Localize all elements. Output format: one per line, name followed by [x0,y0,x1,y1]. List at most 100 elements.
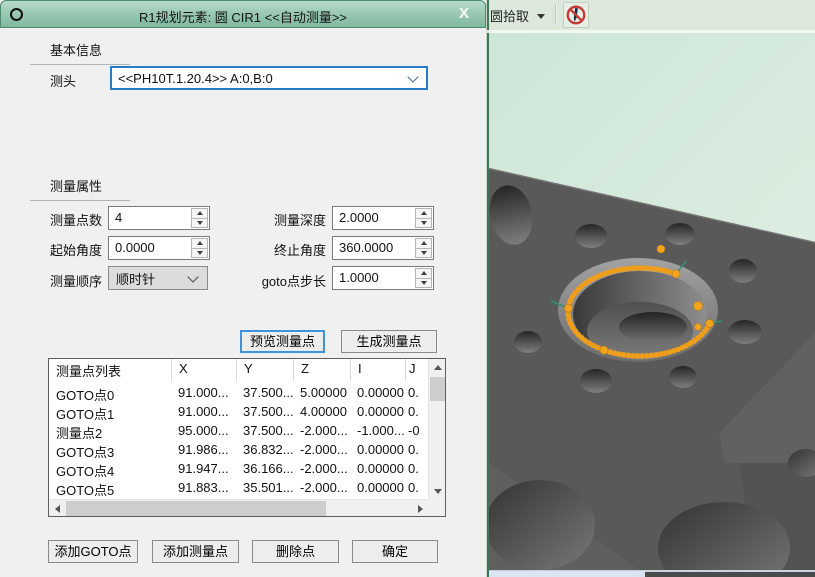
circle-pick-button[interactable]: 圆拾取 [490,6,529,25]
table-cell: 0.00000 [405,459,419,478]
goto-step-value[interactable]: 1.0000 [333,267,414,289]
group-measure-props-label: 测量属性 [50,179,102,194]
table-cell: 91.986... [171,440,236,459]
depth-label: 测量深度 [240,210,326,229]
bottom-strip [487,570,815,577]
probe-disabled-icon[interactable] [563,2,589,28]
order-select[interactable]: 顺时针 [108,266,208,290]
spinner-buttons[interactable] [191,208,208,228]
scroll-left-icon[interactable] [49,500,65,517]
scroll-up-icon[interactable] [429,359,446,375]
point-count-stepper[interactable]: 4 [108,206,210,230]
horizontal-scrollbar[interactable] [49,499,428,516]
ok-button[interactable]: 确定 [352,540,438,563]
spin-down-icon[interactable] [192,219,207,228]
start-angle-stepper[interactable]: 0.0000 [108,236,210,260]
column-header[interactable]: 测量点列表 [49,359,171,381]
end-angle-label: 终止角度 [240,240,326,259]
table-cell: 0.00000 [350,402,405,421]
table-cell: 91.000... [171,383,236,402]
spin-up-icon[interactable] [192,209,207,219]
counterbore-feature [558,258,718,362]
chevron-down-icon [407,71,418,82]
group-basic-info-label: 基本信息 [50,43,102,58]
table-row[interactable]: 测量点295.000...37.500...-2.000...-1.000...… [49,421,428,440]
spin-up-icon[interactable] [192,239,207,249]
spin-up-icon[interactable] [416,269,431,279]
table-cell: -0.000 [405,421,419,440]
table-row[interactable]: GOTO点491.947...36.166...-2.000...0.00000… [49,459,428,478]
table-cell: 91.000... [171,402,236,421]
add-goto-button[interactable]: 添加GOTO点 [48,540,138,563]
end-angle-value[interactable]: 360.0000 [333,237,414,259]
end-angle-stepper[interactable]: 360.0000 [332,236,434,260]
spinner-buttons[interactable] [415,238,432,258]
point-count-value[interactable]: 4 [109,207,190,229]
table-cell: 测量点2 [49,421,171,440]
spinner-buttons[interactable] [191,238,208,258]
spin-down-icon[interactable] [416,279,431,288]
spin-down-icon[interactable] [192,249,207,258]
group-measure-props: 测量属性 [30,176,130,201]
dialog-titlebar[interactable]: R1规划元素: 圆 CIR1 <<自动测量>> X [0,0,486,28]
column-header[interactable]: Y [236,359,293,381]
scrollbar-corner [428,499,445,516]
column-header[interactable]: Z [293,359,350,381]
goto-step-label: goto点步长 [240,271,326,290]
scroll-right-icon[interactable] [412,500,428,517]
dialog-title: R1规划元素: 圆 CIR1 <<自动测量>> [1,7,485,26]
viewport-toolbar: 圆拾取 [487,0,815,30]
table-cell: 36.166... [236,459,293,478]
chevron-down-icon [187,271,198,282]
table-cell: 91.883... [171,478,236,497]
column-header[interactable]: J [405,359,419,381]
toolbar-separator [555,5,556,25]
close-icon[interactable]: X [459,5,469,22]
table-cell: GOTO点5 [49,478,171,497]
table-cell: -2.000... [293,440,350,459]
table-cell: GOTO点4 [49,459,171,478]
measure-points-table[interactable]: 测量点列表XYZIJ GOTO点091.000...37.500...5.000… [48,358,446,517]
3d-viewport[interactable] [487,33,815,570]
table-cell: GOTO点3 [49,440,171,459]
chevron-down-icon[interactable] [537,14,545,19]
table-cell: 95.000... [171,421,236,440]
point-count-label: 测量点数 [50,210,102,229]
spin-up-icon[interactable] [416,239,431,249]
spin-up-icon[interactable] [416,209,431,219]
table-cell: GOTO点1 [49,402,171,421]
table-cell: -2.000... [293,421,350,440]
order-value: 顺时针 [116,269,155,288]
goto-step-stepper[interactable]: 1.0000 [332,266,434,290]
depth-value[interactable]: 2.0000 [333,207,414,229]
spin-down-icon[interactable] [416,219,431,228]
table-header: 测量点列表XYZIJ [49,359,428,381]
column-header[interactable]: I [350,359,405,381]
table-row[interactable]: GOTO点091.000...37.500...5.000000.000000.… [49,383,428,402]
delete-point-button[interactable]: 删除点 [252,540,339,563]
spinner-buttons[interactable] [415,268,432,288]
application-window: R1规划元素: 圆 CIR1 <<自动测量>> X 基本信息 测头 <<PH10… [0,0,815,577]
group-basic-info: 基本信息 [30,40,130,65]
preview-points-button[interactable]: 预览测量点 [240,330,325,353]
horizontal-scroll-thumb[interactable] [66,501,326,516]
probe-select[interactable]: <<PH10T.1.20.4>> A:0,B:0 [110,66,428,90]
add-measure-button[interactable]: 添加测量点 [152,540,239,563]
scroll-down-icon[interactable] [429,483,446,499]
depth-stepper[interactable]: 2.0000 [332,206,434,230]
table-cell: 35.501... [236,478,293,497]
generate-points-button[interactable]: 生成测量点 [341,330,437,353]
table-body[interactable]: GOTO点091.000...37.500...5.000000.000000.… [49,383,428,499]
probe-label: 测头 [50,71,76,90]
table-row[interactable]: GOTO点391.986...36.832...-2.000...0.00000… [49,440,428,459]
spinner-buttons[interactable] [415,208,432,228]
table-row[interactable]: GOTO点191.000...37.500...4.000000.000000.… [49,402,428,421]
vertical-scrollbar[interactable] [428,359,445,499]
table-cell: 5.00000 [293,383,350,402]
start-angle-value[interactable]: 0.0000 [109,237,190,259]
table-row[interactable]: GOTO点591.883...35.501...-2.000...0.00000… [49,478,428,497]
column-header[interactable]: X [171,359,236,381]
vertical-scroll-thumb[interactable] [430,377,445,401]
probe-value: <<PH10T.1.20.4>> A:0,B:0 [118,71,273,86]
spin-down-icon[interactable] [416,249,431,258]
